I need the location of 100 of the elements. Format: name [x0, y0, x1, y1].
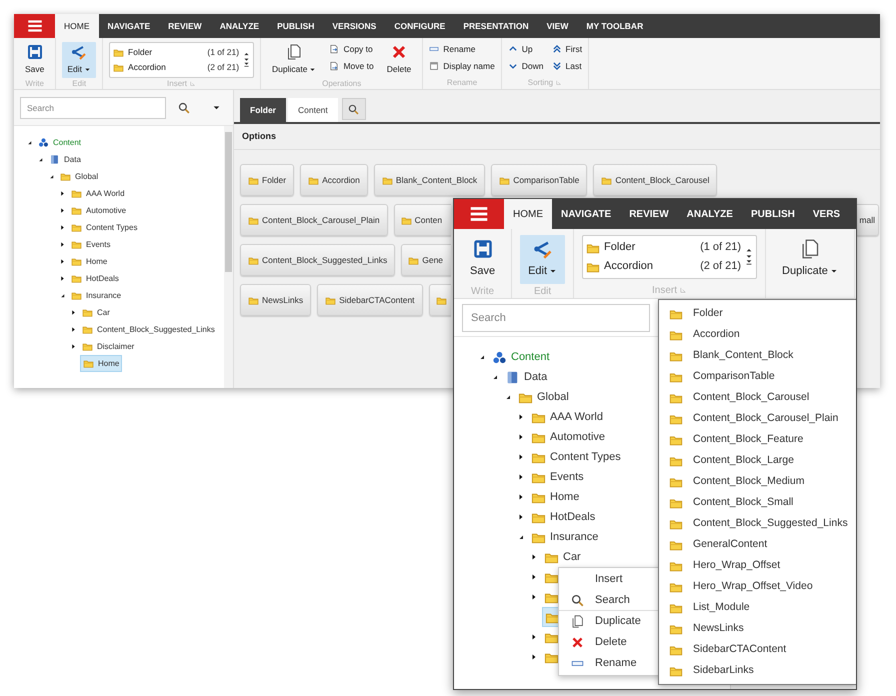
search-field[interactable]: Search [20, 96, 166, 118]
insert-option-button[interactable]: Gene [401, 244, 451, 276]
ribbon-tab[interactable]: HOME [55, 14, 98, 38]
ribbon-tab[interactable]: VIEW [538, 14, 578, 38]
duplicate-button[interactable]: Duplicate [774, 235, 846, 284]
ribbon-tab[interactable]: PRESENTATION [454, 14, 538, 38]
insert-option-button[interactable]: Accordion [300, 164, 368, 196]
dropdown-item[interactable]: Content_Block_Carousel [659, 387, 856, 408]
insert-option[interactable]: Accordion (2 of 21) [586, 257, 742, 276]
tree-item[interactable]: Automotive [529, 427, 608, 447]
ribbon-tab[interactable]: PUBLISH [268, 14, 324, 38]
tree-item[interactable]: Home [69, 253, 110, 270]
delete-button[interactable]: Delete [382, 42, 416, 78]
duplicate-button[interactable]: Duplicate [267, 42, 322, 78]
tree-item[interactable]: Events [529, 467, 586, 487]
caret-icon [549, 267, 558, 276]
insert-option-button[interactable]: Content_Block_Suggested_Links [240, 244, 396, 276]
save-button[interactable]: Save [462, 235, 504, 284]
tree-item[interactable]: Content [490, 347, 552, 367]
tree-item[interactable]: Content [36, 134, 84, 151]
tree-item[interactable]: Home [529, 487, 582, 507]
dropdown-item[interactable]: Blank_Content_Block [659, 345, 856, 366]
dropdown-item[interactable]: Folder [659, 303, 856, 324]
insert-option-button[interactable]: Content_Block_Carousel [593, 164, 718, 196]
tree-item[interactable]: Automotive [69, 202, 128, 219]
ribbon-tab[interactable]: VERSIONS [323, 14, 386, 38]
caret-icon [309, 66, 316, 73]
insert-option-button[interactable]: NewsLinks [240, 284, 312, 316]
dropdown-item[interactable]: Content_Block_Small [659, 492, 856, 513]
ribbon-tab[interactable]: PUBLISH [742, 199, 804, 229]
edit-button[interactable]: Edit [520, 235, 566, 284]
dropdown-item[interactable]: Content_Block_Carousel_Plain [659, 408, 856, 429]
insert-option-button[interactable] [428, 284, 451, 316]
dropdown-item[interactable]: Content_Block_Feature [659, 429, 856, 450]
menu-button[interactable] [454, 199, 504, 229]
caret-icon [830, 267, 838, 276]
ribbon-tab[interactable]: REVIEW [620, 199, 678, 229]
dropdown-item[interactable]: Content_Block_Suggested_Links [659, 513, 856, 534]
insert-option[interactable]: Folder (1 of 21) [113, 45, 240, 60]
panel-tab[interactable]: Content [288, 98, 338, 122]
tree-item[interactable]: Content_Block_Suggested_Links [80, 321, 217, 338]
tree-item[interactable]: HotDeals [529, 507, 598, 527]
tree-item[interactable]: Home [80, 355, 122, 372]
last-button[interactable]: Last [552, 59, 582, 73]
ribbon-tab[interactable]: REVIEW [159, 14, 211, 38]
up-button[interactable]: Up [508, 42, 544, 56]
insert-option-button[interactable]: SidebarCTAContent [317, 284, 423, 316]
dropdown-item[interactable]: Content_Block_Large [659, 450, 856, 471]
tree-item[interactable]: Disclaimer [80, 338, 136, 355]
ribbon-tab[interactable]: HOME [504, 199, 552, 229]
dropdown-item[interactable]: Hero_Wrap_Offset [659, 555, 856, 576]
down-button[interactable]: Down [508, 59, 544, 73]
search-button[interactable] [342, 98, 366, 120]
move-button[interactable]: Move to [329, 59, 374, 73]
rename-button[interactable]: Rename [429, 42, 495, 56]
dropdown-item[interactable]: ComparisonTable [659, 366, 856, 387]
ribbon-tab[interactable]: NAVIGATE [552, 199, 620, 229]
panel-tab[interactable]: Folder [240, 98, 286, 122]
tree-item[interactable]: Insurance [529, 527, 600, 547]
edit-button[interactable]: Edit [62, 42, 96, 78]
tree-item[interactable]: AAA World [529, 407, 605, 427]
tree-item[interactable]: Car [542, 547, 583, 567]
tree-item[interactable]: AAA World [69, 185, 127, 202]
insert-option-button[interactable]: ComparisonTable [491, 164, 588, 196]
ribbon-tab[interactable]: MY TOOLBAR [577, 14, 652, 38]
scrollbar[interactable] [224, 126, 233, 388]
tree-item[interactable]: Global [516, 387, 571, 407]
search-field[interactable]: Search [462, 304, 650, 332]
ribbon-tab[interactable]: NAVIGATE [98, 14, 160, 38]
tree-item[interactable]: Data [47, 151, 83, 168]
display-name-button[interactable]: Display name [429, 59, 495, 73]
insert-option-button[interactable]: Blank_Content_Block [374, 164, 486, 196]
insert-option[interactable]: Accordion (2 of 21) [113, 60, 240, 75]
dropdown-item[interactable]: Content_Block_Medium [659, 471, 856, 492]
menu-button[interactable] [14, 14, 55, 38]
tree-item[interactable]: Content Types [69, 219, 140, 236]
insert-option-button[interactable]: Conten [394, 204, 451, 236]
ribbon-tab[interactable]: ANALYZE [678, 199, 742, 229]
dropdown-item[interactable]: Accordion [659, 324, 856, 345]
copy-button[interactable]: Copy to [329, 42, 374, 56]
group-label: Edit [72, 78, 86, 90]
insert-option-button[interactable]: Content_Block_Carousel_Plain [240, 204, 388, 236]
insert-option-button[interactable]: mall [857, 204, 879, 236]
tree-item[interactable]: Content Types [529, 447, 623, 467]
tree-item[interactable]: Data [503, 367, 550, 387]
search-icon [348, 104, 360, 114]
insert-option-button[interactable]: Folder [240, 164, 294, 196]
dropdown-item[interactable]: GeneralContent [659, 534, 856, 555]
ribbon-tab[interactable]: ANALYZE [210, 14, 268, 38]
first-button[interactable]: First [552, 42, 582, 56]
ribbon-tab[interactable]: VERS [804, 199, 850, 229]
folder-icon [71, 290, 82, 301]
tree-item[interactable]: Global [58, 168, 100, 185]
save-button[interactable]: Save [20, 42, 50, 78]
insert-option[interactable]: Folder (1 of 21) [586, 238, 742, 257]
tree-item[interactable]: Insurance [69, 287, 124, 304]
tree-item[interactable]: Car [80, 304, 112, 321]
tree-item[interactable]: HotDeals [69, 270, 121, 287]
ribbon-tab[interactable]: CONFIGURE [385, 14, 454, 38]
tree-item[interactable]: Events [69, 236, 112, 253]
